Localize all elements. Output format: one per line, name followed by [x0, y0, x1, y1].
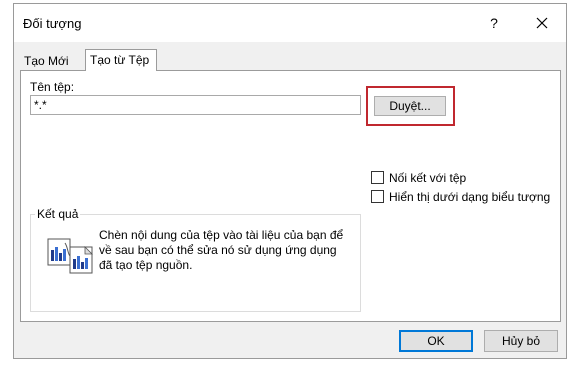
object-dialog: Đối tượng ? Tạo Mới Tạo từ Tệp Tên tệp: …	[13, 3, 567, 359]
link-to-file-label: Nối kết với tệp	[389, 171, 467, 185]
file-name-label: Tên tệp:	[30, 80, 75, 94]
embedded-document-icon	[47, 238, 93, 274]
tab-create-from-file-label: Tạo từ Tệp	[90, 53, 150, 67]
tab-create-new-label: Tạo Mới	[24, 54, 69, 68]
title-bar: Đối tượng ?	[14, 4, 566, 42]
file-name-input[interactable]	[30, 95, 361, 115]
browse-button[interactable]: Duyệt...	[374, 96, 446, 116]
close-button[interactable]	[530, 12, 554, 34]
display-as-icon-checkbox[interactable]	[371, 190, 384, 203]
cancel-button[interactable]: Hủy bỏ	[484, 330, 558, 352]
result-group: Kết quả Chèn nội dung của tệp vào tài li…	[30, 207, 361, 312]
dialog-title: Đối tượng	[23, 16, 82, 31]
tab-create-from-file[interactable]: Tạo từ Tệp	[85, 49, 157, 71]
display-as-icon-label: Hiển thị dưới dạng biểu tượng	[389, 190, 551, 204]
close-icon	[536, 17, 548, 29]
tab-panel-create-from-file: Tên tệp: Duyệt... Nối kết với tệp Hiển t…	[20, 70, 561, 322]
link-to-file-checkbox[interactable]	[371, 171, 384, 184]
result-description: Chèn nội dung của tệp vào tài liệu của b…	[99, 228, 344, 272]
ok-button[interactable]: OK	[399, 330, 473, 352]
result-legend: Kết quả	[35, 207, 81, 221]
help-button[interactable]: ?	[482, 12, 506, 34]
tab-create-new[interactable]: Tạo Mới	[20, 52, 84, 70]
